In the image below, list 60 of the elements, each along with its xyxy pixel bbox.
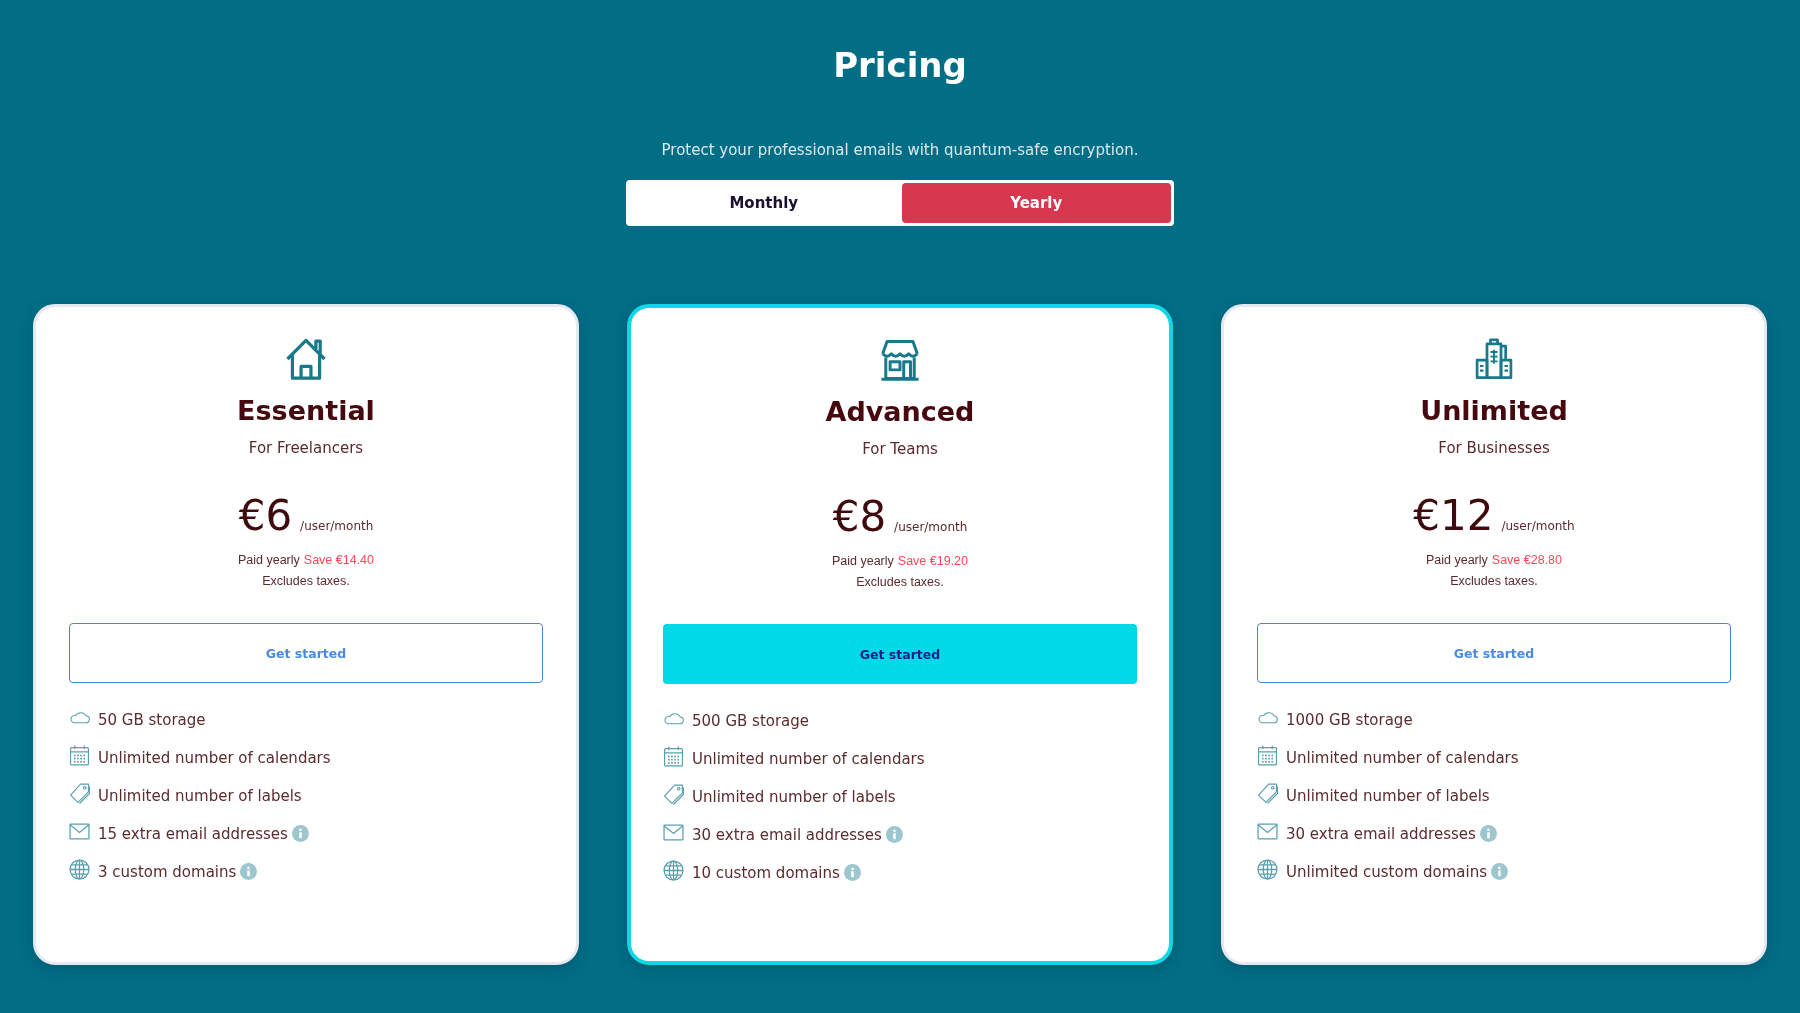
billing-note: Paid yearly: [1425, 552, 1488, 569]
page-title: Pricing: [833, 44, 967, 87]
plan-audience: For Businesses: [1438, 438, 1550, 459]
info-icon[interactable]: [1479, 825, 1497, 842]
page-subtitle: Protect your professional emails with quantum-safe encryption.: [661, 140, 1139, 161]
feature-text: Unlimited custom domains: [1286, 861, 1487, 883]
feature-text: 30 extra email addresses: [1286, 823, 1476, 845]
calendar-icon: [1257, 744, 1278, 766]
price-unit: /user/month: [1501, 519, 1575, 533]
house-icon: [285, 338, 327, 380]
feature-text: 30 extra email addresses: [692, 824, 882, 846]
price-amount: €8: [832, 491, 887, 543]
price-amount: €6: [238, 490, 293, 542]
price-unit: /user/month: [894, 520, 968, 534]
price-unit: /user/month: [300, 519, 374, 533]
feature-text: Unlimited number of labels: [1286, 785, 1490, 807]
tax-note: Excludes taxes.: [1450, 573, 1538, 590]
office-building-icon: [1473, 338, 1515, 380]
tax-note: Excludes taxes.: [856, 574, 944, 591]
get-started-button[interactable]: Get started: [1257, 623, 1731, 683]
plan-audience: For Teams: [862, 439, 938, 460]
get-started-button[interactable]: Get started: [663, 624, 1137, 684]
info-icon[interactable]: [240, 863, 258, 880]
tag-icon: [69, 782, 90, 804]
billing-note: Paid yearly: [237, 552, 300, 569]
feature-text: 1000 GB storage: [1286, 709, 1413, 731]
info-icon[interactable]: [291, 825, 309, 842]
feature-text: 15 extra email addresses: [98, 823, 288, 845]
feature-text: 10 custom domains: [692, 862, 840, 884]
tag-icon: [1257, 782, 1278, 804]
plan-audience: For Freelancers: [248, 438, 364, 459]
get-started-button[interactable]: Get started: [69, 623, 543, 683]
tax-note: Excludes taxes.: [262, 573, 350, 590]
billing-note: Paid yearly: [831, 553, 894, 570]
feature-text: Unlimited number of labels: [98, 785, 302, 807]
feature-text: Unlimited number of labels: [692, 786, 896, 808]
price-amount: €12: [1413, 490, 1494, 542]
savings-text: Save €19.20: [897, 553, 968, 570]
feature-text: Unlimited number of calendars: [1286, 747, 1519, 769]
billing-tab[interactable]: Yearly: [901, 183, 1171, 223]
info-icon[interactable]: [885, 826, 903, 843]
info-icon[interactable]: [843, 864, 861, 881]
feature-text: 50 GB storage: [98, 709, 206, 731]
feature-text: 500 GB storage: [692, 710, 810, 732]
plan-name: Advanced: [825, 395, 975, 429]
globe-icon: [69, 858, 90, 880]
savings-text: Save €14.40: [303, 552, 374, 569]
savings-text: Save €28.80: [1491, 552, 1562, 569]
tag-icon: [663, 783, 684, 805]
info-icon[interactable]: [1491, 863, 1508, 880]
calendar-icon: [69, 744, 90, 766]
feature-text: 3 custom domains: [98, 861, 237, 883]
plan-name: Unlimited: [1420, 394, 1568, 428]
calendar-icon: [663, 745, 684, 767]
globe-icon: [1257, 858, 1278, 880]
feature-text: Unlimited number of calendars: [692, 748, 925, 770]
feature-text: Unlimited number of calendars: [98, 747, 331, 769]
storefront-icon: [879, 339, 921, 381]
globe-icon: [663, 859, 684, 881]
plan-name: Essential: [237, 394, 375, 428]
